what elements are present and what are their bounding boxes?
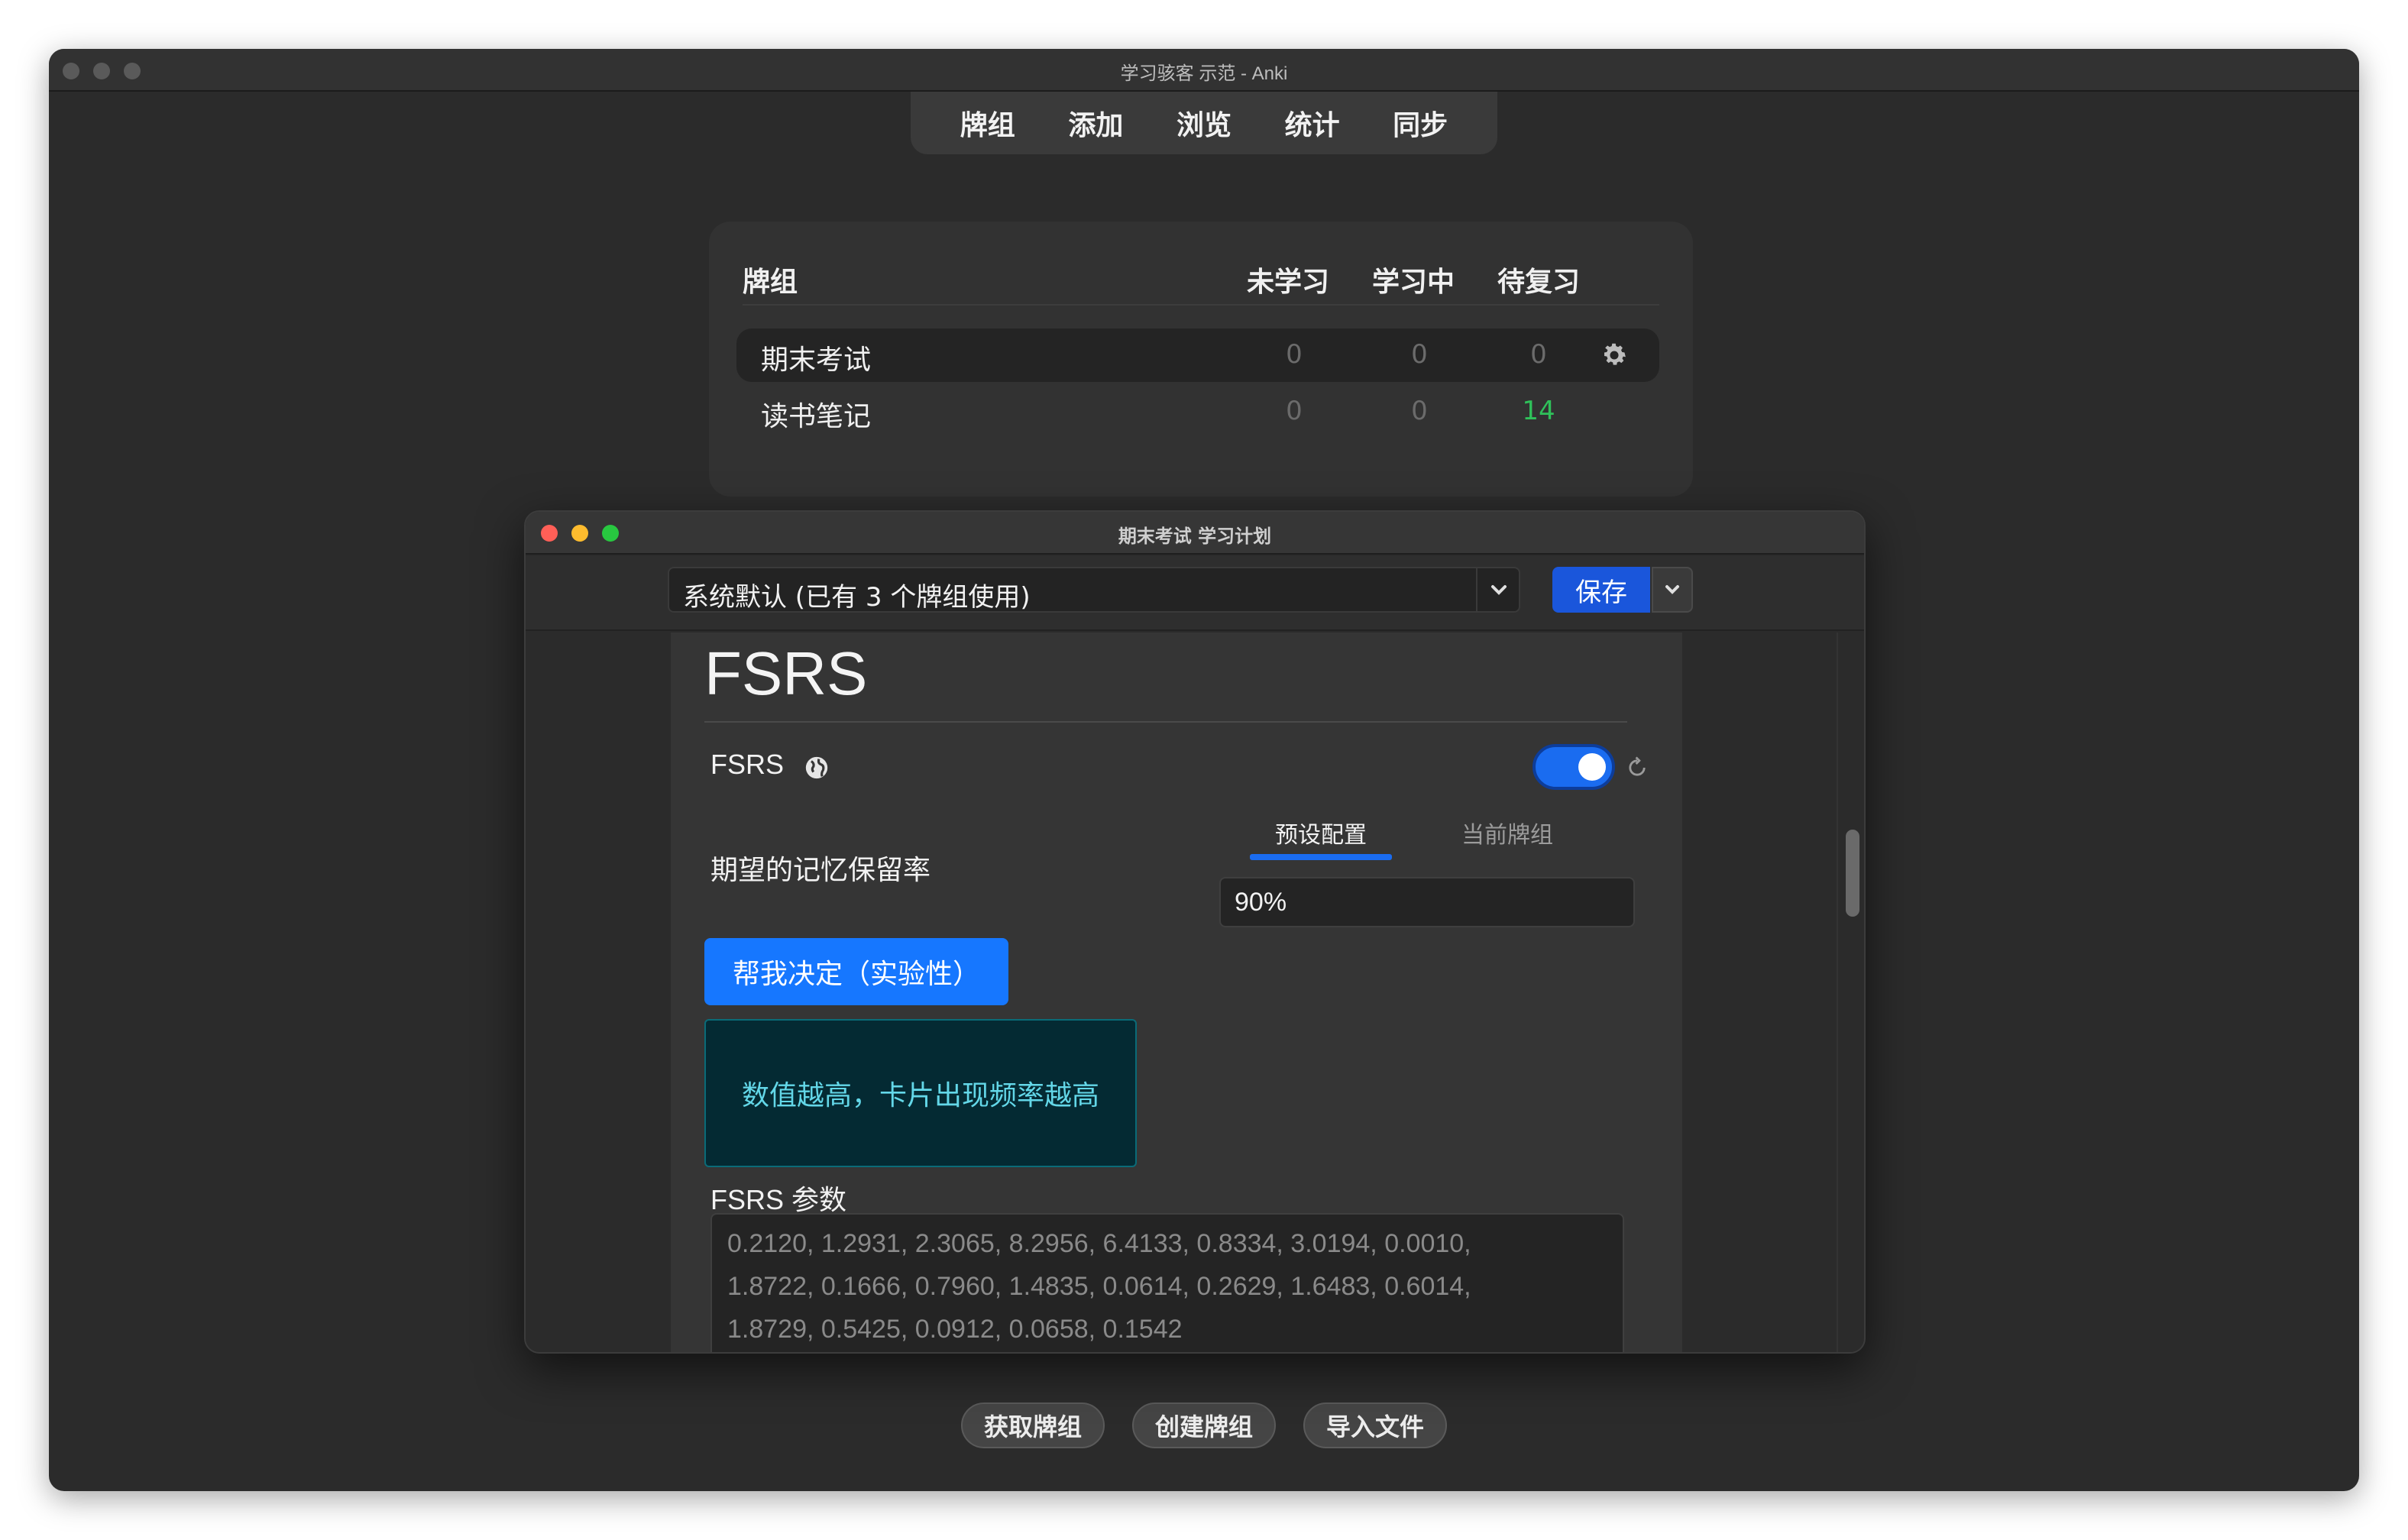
window-title: 学习骇客 示范 - Anki bbox=[1120, 63, 1288, 84]
deck-learning-count: 0 bbox=[1411, 396, 1428, 426]
main-titlebar: 学习骇客 示范 - Anki bbox=[49, 49, 2359, 92]
save-options-chevron-icon[interactable] bbox=[1652, 567, 1693, 613]
dialog-titlebar: 期末考试 学习计划 bbox=[526, 512, 1864, 555]
toolbar-browse[interactable]: 浏览 bbox=[1176, 103, 1232, 143]
globe-icon[interactable] bbox=[804, 755, 830, 781]
header-deck: 牌组 bbox=[743, 267, 798, 298]
deck-due-count: 0 bbox=[1530, 339, 1547, 370]
deck-name[interactable]: 期末考试 bbox=[761, 338, 871, 377]
deck-row-reading-notes[interactable]: 读书笔记 0 0 14 bbox=[736, 385, 1659, 438]
fsrs-params-label: FSRS 参数 bbox=[710, 1184, 847, 1215]
preset-select-value: 系统默认 (已有 3 个牌组使用) bbox=[683, 582, 1031, 613]
options-content: FSRS FSRS 预设配置 当前牌组 期望的记忆保留率 90% 帮我决定（实验… bbox=[671, 632, 1682, 1352]
dialog-title: 期末考试 学习计划 bbox=[1118, 526, 1272, 547]
deck-new-count: 0 bbox=[1286, 339, 1303, 370]
desired-retention-label: 期望的记忆保留率 bbox=[710, 855, 931, 886]
reset-icon[interactable] bbox=[1624, 755, 1650, 781]
help-me-decide-button[interactable]: 帮我决定（实验性） bbox=[704, 938, 1008, 1005]
main-toolbar: 牌组 添加 浏览 统计 同步 bbox=[911, 92, 1497, 154]
fsrs-toggle[interactable] bbox=[1533, 744, 1615, 790]
retention-tooltip: 数值越高，卡片出现频率越高 bbox=[704, 1019, 1137, 1167]
preset-select[interactable]: 系统默认 (已有 3 个牌组使用) bbox=[668, 567, 1520, 613]
deck-options-dialog: 期末考试 学习计划 系统默认 (已有 3 个牌组使用) 保存 FSRS FSRS bbox=[524, 510, 1866, 1354]
get-shared-decks-button[interactable]: 获取牌组 bbox=[960, 1402, 1105, 1448]
toolbar-decks[interactable]: 牌组 bbox=[960, 103, 1015, 143]
section-title: FSRS bbox=[704, 639, 868, 707]
header-learning: 学习中 bbox=[1372, 267, 1455, 298]
header-new: 未学习 bbox=[1247, 267, 1330, 298]
scrollbar-track[interactable] bbox=[1837, 632, 1859, 1352]
deck-list-panel: 牌组 未学习 学习中 待复习 期末考试 0 0 0 读书笔记 0 0 14 bbox=[709, 222, 1693, 497]
fsrs-params-textarea[interactable]: 0.2120, 1.2931, 2.3065, 8.2956, 6.4133, … bbox=[710, 1213, 1624, 1352]
import-file-button[interactable]: 导入文件 bbox=[1303, 1402, 1448, 1448]
tab-current-deck[interactable]: 当前牌组 bbox=[1435, 816, 1580, 849]
tab-preset[interactable]: 预设配置 bbox=[1250, 816, 1392, 849]
deck-learning-count: 0 bbox=[1411, 339, 1428, 370]
deck-due-count: 14 bbox=[1522, 396, 1555, 426]
fsrs-toggle-label: FSRS bbox=[710, 749, 785, 780]
toolbar-add[interactable]: 添加 bbox=[1068, 103, 1123, 143]
gear-icon[interactable] bbox=[1600, 341, 1629, 370]
chevron-down-icon[interactable] bbox=[1476, 568, 1519, 611]
toolbar-sync[interactable]: 同步 bbox=[1393, 103, 1448, 143]
header-due: 待复习 bbox=[1497, 267, 1581, 298]
deck-row-final-exam[interactable]: 期末考试 0 0 0 bbox=[736, 328, 1659, 382]
active-tab-indicator bbox=[1250, 854, 1392, 860]
bottom-button-bar: 获取牌组 创建牌组 导入文件 bbox=[49, 1402, 2359, 1448]
save-button[interactable]: 保存 bbox=[1552, 567, 1650, 613]
deck-new-count: 0 bbox=[1286, 396, 1303, 426]
params-line: 0.2120, 1.2931, 2.3065, 8.2956, 6.4133, … bbox=[727, 1229, 1471, 1258]
deck-name[interactable]: 读书笔记 bbox=[761, 394, 871, 434]
preset-bar: 系统默认 (已有 3 个牌组使用) 保存 bbox=[526, 556, 1864, 631]
desired-retention-input[interactable]: 90% bbox=[1219, 877, 1635, 927]
section-divider bbox=[704, 721, 1627, 723]
params-line: 1.8729, 0.5425, 0.0912, 0.0658, 0.1542 bbox=[727, 1315, 1183, 1344]
params-line: 1.8722, 0.1666, 0.7960, 1.4835, 0.0614, … bbox=[727, 1272, 1471, 1301]
create-deck-button[interactable]: 创建牌组 bbox=[1131, 1402, 1276, 1448]
toolbar-stats[interactable]: 统计 bbox=[1285, 103, 1340, 143]
deck-list-header: 牌组 未学习 学习中 待复习 bbox=[743, 252, 1659, 306]
scrollbar-thumb[interactable] bbox=[1846, 830, 1859, 917]
toggle-knob bbox=[1578, 753, 1606, 781]
